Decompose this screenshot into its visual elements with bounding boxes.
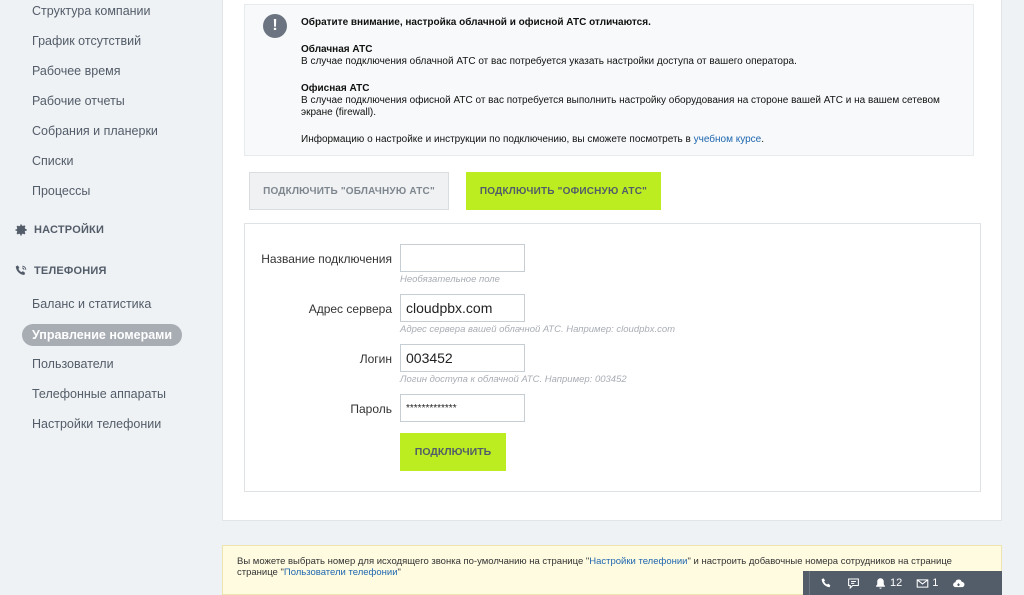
notice-info: Информацию о настройке и инструкции по п… xyxy=(301,134,941,146)
connect-button[interactable]: ПОДКЛЮЧИТЬ xyxy=(400,433,506,471)
sidebar-section-telephony[interactable]: ТЕЛЕФОНИЯ xyxy=(14,264,107,278)
sidebar-item-company-structure[interactable]: Структура компании xyxy=(32,4,151,18)
sidebar-item-work-reports[interactable]: Рабочие отчеты xyxy=(32,94,125,108)
messages-button[interactable]: 1 xyxy=(916,577,938,590)
phone-icon xyxy=(821,577,831,587)
notice-office-title: Офисная АТС xyxy=(301,83,370,94)
password-input[interactable] xyxy=(400,394,525,422)
taskbar: 12 1 xyxy=(803,571,1002,595)
sidebar-section-settings-label: НАСТРОЙКИ xyxy=(34,224,105,236)
bell-icon xyxy=(876,577,885,589)
server-address-input[interactable] xyxy=(400,294,525,322)
sidebar-item-absence-chart[interactable]: График отсутствий xyxy=(32,34,141,48)
connection-name-input[interactable] xyxy=(400,244,525,272)
server-address-hint: Адрес сервера вашей облачной АТС. Наприм… xyxy=(400,324,676,335)
connect-office-pbx-button[interactable]: ПОДКЛЮЧИТЬ "ОФИСНУЮ АТС" xyxy=(466,172,661,210)
call-button[interactable] xyxy=(820,577,833,590)
course-link[interactable]: учебном курсе xyxy=(694,134,762,145)
notice-text: Обратите внимание, настройка облачной и … xyxy=(301,17,941,146)
login-hint: Логин доступа к облачной АТС. Например: … xyxy=(400,374,627,385)
connect-cloud-pbx-button[interactable]: ПОДКЛЮЧИТЬ "ОБЛАЧНУЮ АТС" xyxy=(249,172,449,210)
notice-heading: Обратите внимание, настройка облачной и … xyxy=(301,17,651,28)
notice-info-end: . xyxy=(761,134,765,145)
sidebar-item-processes[interactable]: Процессы xyxy=(32,184,90,198)
sidebar-item-work-time[interactable]: Рабочее время xyxy=(32,64,121,78)
taskbar-grip[interactable] xyxy=(803,571,810,595)
sidebar-item-balance[interactable]: Баланс и статистика xyxy=(32,297,151,311)
sidebar-item-number-management[interactable]: Управление номерами xyxy=(22,324,183,346)
sidebar-item-phones[interactable]: Телефонные аппараты xyxy=(32,387,166,401)
sidebar-section-telephony-label: ТЕЛЕФОНИЯ xyxy=(34,265,107,277)
main-panel: ! Обратите внимание, настройка облачной … xyxy=(222,0,1002,521)
exclamation-icon: ! xyxy=(263,14,287,38)
notice-cloud-text: В случае подключения облачной АТС от вас… xyxy=(301,56,797,67)
notifications-count: 12 xyxy=(890,577,903,589)
notice-cloud-title: Облачная АТС xyxy=(301,44,373,55)
sidebar: Структура компании График отсутствий Раб… xyxy=(0,0,196,595)
gear-icon xyxy=(15,224,27,236)
info-text-1: Вы можете выбрать номер для исходящего з… xyxy=(237,556,590,567)
info-text-3: " xyxy=(397,567,401,578)
connection-name-hint: Необязательное поле xyxy=(400,274,500,285)
notice-office-text: В случае подключения офисной АТС от вас … xyxy=(301,95,940,118)
telephony-settings-link[interactable]: Настройки телефонии xyxy=(589,556,687,567)
sidebar-item-telephony-settings[interactable]: Настройки телефонии xyxy=(32,417,161,431)
sidebar-item-meetings[interactable]: Собрания и планерки xyxy=(32,124,158,138)
server-address-label: Адрес сервера xyxy=(308,302,392,316)
password-label: Пароль xyxy=(350,402,392,416)
connection-name-label: Название подключения xyxy=(261,252,392,266)
cloud-icon xyxy=(953,579,965,587)
envelope-icon xyxy=(916,578,929,588)
notice-info-text: Информацию о настройке и инструкции по п… xyxy=(301,134,691,145)
sidebar-item-users[interactable]: Пользователи xyxy=(32,357,114,371)
telephony-users-link[interactable]: Пользователи телефонии xyxy=(284,567,398,578)
chat-button[interactable] xyxy=(847,577,860,590)
connection-form: Название подключения Необязательное поле… xyxy=(244,223,981,492)
chat-icon xyxy=(848,578,859,589)
messages-count: 1 xyxy=(932,577,939,589)
phone-icon xyxy=(15,265,27,276)
sidebar-section-settings[interactable]: НАСТРОЙКИ xyxy=(14,223,104,237)
notifications-button[interactable]: 12 xyxy=(874,577,902,590)
login-input[interactable] xyxy=(400,344,525,372)
notice-box: ! Обратите внимание, настройка облачной … xyxy=(244,4,974,156)
login-label: Логин xyxy=(359,352,392,366)
cloud-button[interactable] xyxy=(952,577,965,590)
sidebar-item-lists[interactable]: Списки xyxy=(32,154,73,168)
